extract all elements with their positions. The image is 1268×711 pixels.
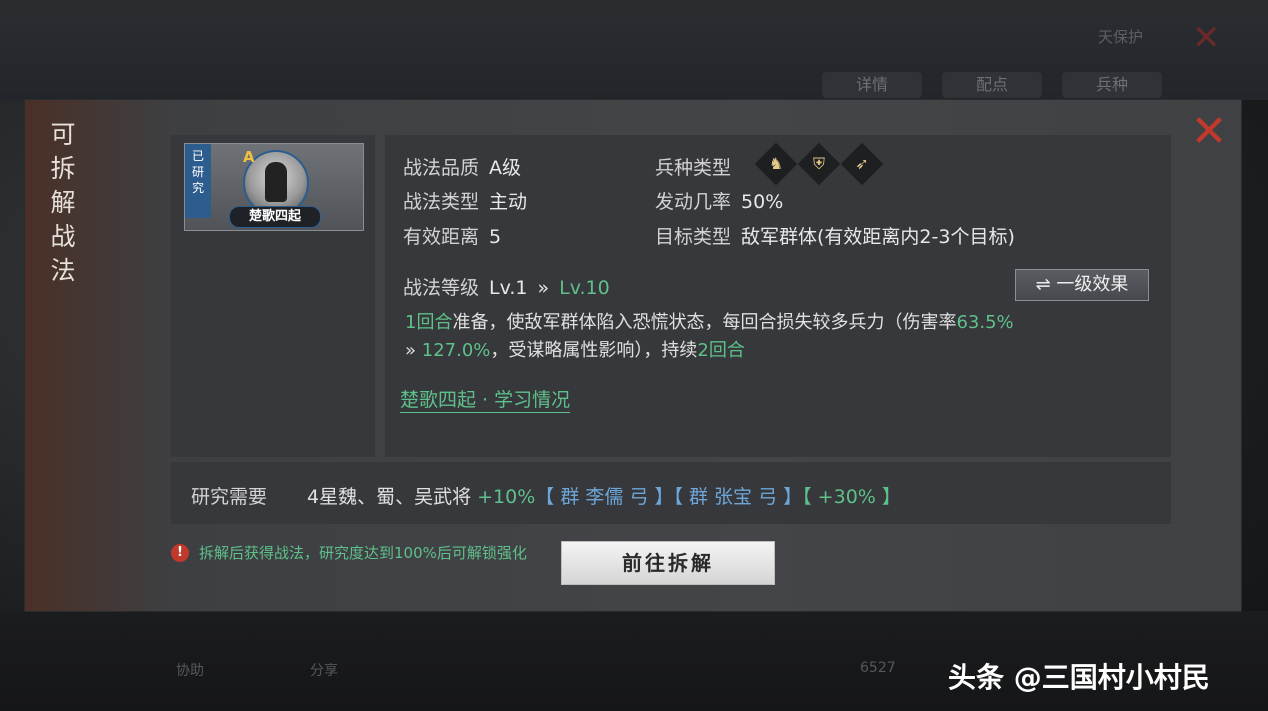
trigger-rate-label: 发动几率 (655, 191, 732, 213)
requirement-label: 研究需要 (191, 486, 268, 508)
modal-side-title: 可 拆 解 战 法 (47, 118, 79, 288)
requirement-bonus: +10% (477, 486, 536, 508)
skill-type-row: 战法类型 主动 (403, 187, 527, 214)
researched-tag-char: 究 (191, 181, 204, 195)
skill-card[interactable]: 已 研 究 A 楚歌四起 (184, 143, 364, 231)
watermark-text: 头条 @三国村小村民 (948, 661, 1210, 694)
requirement-general-zhangbao[interactable]: 【 群 张宝 弓 】 (673, 486, 802, 508)
side-title-char: 战 (50, 222, 76, 251)
side-title-char: 拆 (50, 154, 76, 183)
range-label: 有效距离 (403, 226, 480, 248)
troop-type-row: 兵种类型 (655, 153, 731, 180)
background-currency-label: 6527 (860, 660, 896, 676)
warning-icon: ! (171, 544, 189, 562)
trigger-rate-value: 50% (741, 191, 784, 213)
background-status-label: 天保护 (1098, 28, 1144, 46)
requirement-general-liru[interactable]: 【 群 李儒 弓 】 (535, 486, 673, 508)
background-tab-troops: 兵种 (1062, 72, 1162, 98)
desc-arrow-icon: » (405, 340, 417, 361)
skill-level-row: 战法等级 Lv.1 » Lv.10 (403, 273, 610, 300)
effect-button-label: 一级效果 (1056, 274, 1129, 295)
skill-type-value: 主动 (489, 191, 528, 213)
target-type-label: 目标类型 (655, 226, 732, 248)
swap-arrows-icon: ⇌ (1035, 274, 1051, 295)
background-assist-label: 协助 (176, 663, 204, 679)
desc-damage-to: 127.0% (421, 340, 491, 361)
skill-level-to: Lv.10 (559, 277, 610, 299)
desc-duration: 2回合 (697, 340, 745, 361)
range-row: 有效距离 5 (403, 222, 501, 249)
skill-detail-panel: 战法品质 A级 兵种类型 ♞ ⛨ ➶ 战法类型 主动 发动几率 50% 有效距离 5 目… (385, 135, 1171, 457)
troop-type-label: 兵种类型 (655, 157, 732, 179)
skill-grade-badge: A (243, 148, 255, 166)
researched-tag-char: 研 (191, 165, 204, 179)
quality-row: 战法品质 A级 (403, 153, 521, 180)
learning-status-link[interactable]: 楚歌四起 · 学习情况 (400, 385, 571, 413)
warning-text: 拆解后获得战法，研究度达到100%后可解锁强化 (199, 544, 527, 562)
researched-tag-char: 已 (191, 149, 204, 163)
desc-text: ，受谋略属性影响），持续 (490, 340, 698, 361)
background-close-icon: ✕ (1192, 18, 1221, 58)
skill-level-from: Lv.1 (489, 277, 528, 299)
shield-icon: ⛨ (797, 142, 841, 186)
side-title-char: 解 (50, 188, 76, 217)
bow-icon: ➶ (840, 142, 884, 186)
researched-tag: 已 研 究 (185, 144, 211, 218)
quality-value: A级 (489, 157, 522, 179)
side-title-char: 法 (50, 256, 76, 285)
background-tab-details: 详情 (822, 72, 922, 98)
first-level-effect-button[interactable]: ⇌ 一级效果 (1015, 269, 1149, 301)
research-requirement-panel: 研究需要 4星魏、蜀、吴武将 +10%【 群 李儒 弓 】【 群 张宝 弓 】【… (171, 462, 1171, 524)
close-icon[interactable]: ✕ (1189, 110, 1229, 154)
desc-damage-from: 63.5% (956, 312, 1014, 333)
range-value: 5 (489, 226, 502, 248)
disassemble-skill-modal: 可 拆 解 战 法 ✕ 已 研 究 A 楚歌四起 战法品质 A级 兵种类型 ♞ (25, 100, 1241, 611)
level-arrow-icon: » (537, 277, 550, 299)
troop-type-icons: ♞ ⛨ ➶ (754, 142, 885, 186)
requirement-content: 4星魏、蜀、吴武将 +10%【 群 李儒 弓 】【 群 张宝 弓 】【 +30%… (307, 482, 901, 509)
desc-prep-turns: 1回合 (405, 312, 453, 333)
trigger-rate-row: 发动几率 50% (655, 187, 783, 214)
side-title-char: 可 (50, 120, 76, 149)
desc-text: 准备，使敌军群体陷入恐慌状态，每回合损失较多兵力（伤害率 (452, 312, 957, 333)
target-type-value: 敌军群体(有效距离内2-3个目标) (741, 226, 1015, 248)
quality-label: 战法品质 (403, 157, 480, 179)
skill-level-label: 战法等级 (403, 277, 480, 299)
background-share-label: 分享 (310, 663, 338, 679)
requirement-text: 4星魏、蜀、吴武将 (307, 486, 472, 508)
go-disassemble-button[interactable]: 前往拆解 (561, 541, 775, 585)
skill-type-label: 战法类型 (403, 191, 480, 213)
target-type-row: 目标类型 敌军群体(有效距离内2-3个目标) (655, 222, 1015, 249)
warrior-figure-icon (265, 162, 287, 202)
skill-name-plate: 楚歌四起 (229, 206, 321, 228)
background-tab-points: 配点 (942, 72, 1042, 98)
skill-card-panel: 已 研 究 A 楚歌四起 (171, 135, 375, 457)
skill-description: 1回合准备，使敌军群体陷入恐慌状态，每回合损失较多兵力（伤害率63.5% » 1… (405, 309, 1145, 365)
cavalry-icon: ♞ (754, 142, 798, 186)
requirement-bonus-extra: 【 +30% 】 (802, 486, 901, 508)
